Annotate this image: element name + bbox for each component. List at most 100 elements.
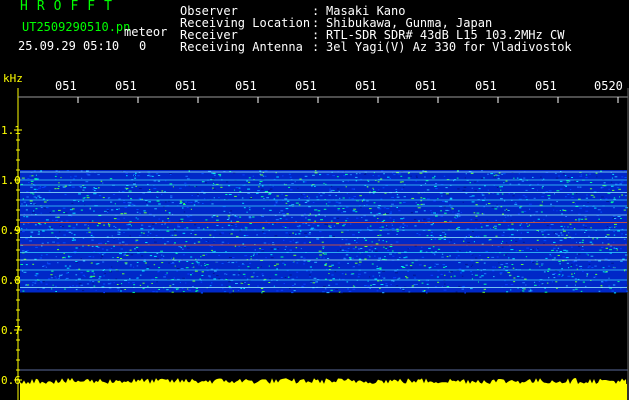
noise-speckle [25,264,28,266]
noise-speckle [565,216,567,217]
noise-speckle [564,175,567,177]
noise-speckle [212,273,215,275]
noise-speckle [343,175,346,177]
noise-speckle [378,190,380,192]
noise-speckle [214,270,217,272]
noise-speckle [324,288,327,290]
noise-speckle [133,183,136,185]
noise-speckle [230,220,232,222]
noise-speckle [501,186,503,188]
noise-speckle [250,276,254,278]
noise-speckle [292,232,294,234]
noise-speckle [325,203,328,205]
noise-speckle [438,238,442,240]
noise-speckle [195,185,198,187]
noise-speckle [82,274,85,276]
noise-speckle [157,180,161,182]
noise-speckle [49,212,51,213]
noise-speckle [306,195,308,197]
noise-speckle [284,198,288,200]
noise-speckle [55,277,58,279]
spectrogram-plot [14,88,629,400]
noise-speckle [364,246,368,247]
noise-speckle [92,220,94,222]
noise-speckle [121,241,125,243]
noise-speckle [111,266,113,268]
noise-speckle [543,230,546,232]
noise-speckle [607,243,610,245]
noise-speckle [364,258,367,260]
noise-speckle [55,256,57,258]
noise-speckle [301,215,304,217]
noise-speckle [397,173,401,175]
noise-speckle [384,246,387,248]
noise-speckle [216,275,219,277]
noise-speckle [387,233,390,235]
noise-speckle [481,275,484,277]
noise-speckle [156,258,159,260]
noise-speckle [366,186,369,188]
noise-speckle [119,258,123,259]
noise-speckle [30,186,33,188]
noise-speckle [448,210,450,211]
noise-speckle [520,291,523,293]
noise-speckle [571,177,573,178]
noise-speckle [605,236,607,237]
noise-speckle [576,253,579,255]
noise-speckle [327,201,331,203]
noise-speckle [385,241,388,243]
noise-speckle [585,177,588,179]
noise-speckle [311,185,313,187]
noise-speckle [526,231,528,233]
noise-speckle [528,290,532,292]
noise-speckle [377,189,380,191]
noise-speckle [247,193,250,194]
noise-speckle [598,260,601,262]
noise-speckle [302,181,305,183]
noise-speckle [324,264,327,266]
noise-speckle [390,284,392,286]
noise-speckle [91,245,94,247]
noise-speckle [613,197,616,199]
noise-speckle [612,284,616,286]
noise-floor-spikes [20,378,627,400]
noise-speckle [294,283,296,285]
noise-speckle [617,281,620,283]
noise-speckle [345,239,348,241]
noise-speckle [475,236,477,237]
noise-speckle [619,183,623,185]
noise-speckle [138,188,142,190]
noise-speckle [230,210,233,212]
noise-speckle [349,258,352,260]
noise-speckle [556,201,558,203]
noise-speckle [510,215,512,217]
x-tick-label: 051 [535,79,557,93]
noise-speckle [101,248,104,250]
noise-speckle [172,186,174,188]
noise-speckle [137,175,140,177]
noise-speckle [48,225,51,227]
noise-speckle [584,232,586,233]
noise-speckle [133,284,136,286]
noise-speckle [40,170,42,172]
noise-speckle [221,232,225,234]
noise-speckle [232,257,235,259]
noise-speckle [432,223,434,225]
noise-speckle [123,202,126,204]
noise-speckle [471,264,474,266]
noise-speckle [479,276,482,278]
noise-speckle [45,207,49,209]
noise-speckle [588,173,592,175]
noise-speckle [613,231,615,233]
noise-speckle [248,268,251,270]
noise-speckle [402,201,406,203]
noise-speckle [296,262,299,264]
noise-speckle [536,261,538,263]
noise-speckle [462,189,466,191]
noise-speckle [352,266,354,268]
noise-speckle [423,265,426,267]
noise-speckle [161,223,163,225]
noise-speckle [240,282,244,284]
noise-speckle [458,285,461,287]
noise-speckle [196,193,200,195]
